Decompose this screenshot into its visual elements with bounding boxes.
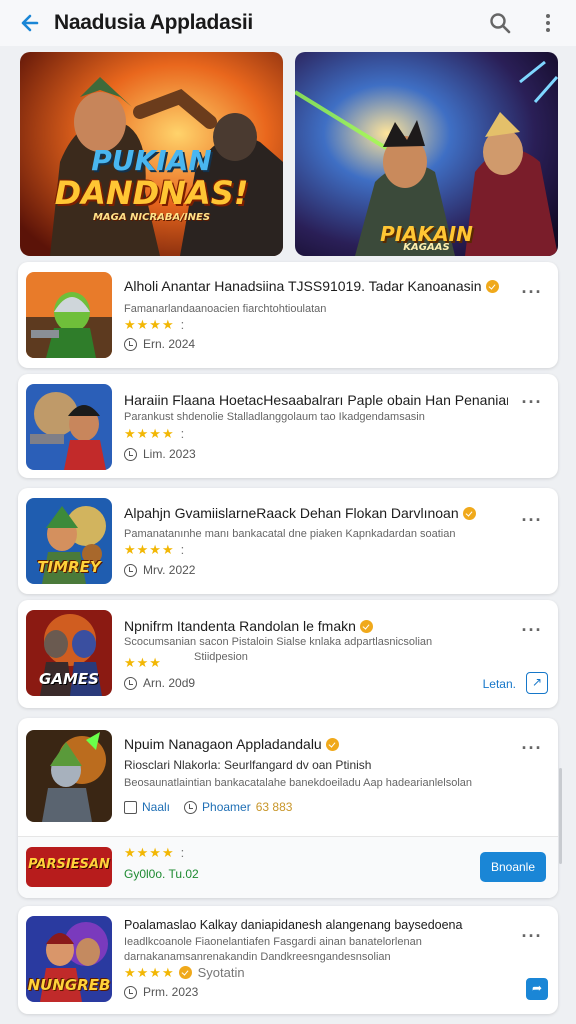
app-bar: Naadusia Appladasii — [0, 0, 576, 46]
item-description: Pamanatanınhe manı bankacatal dne piaken… — [124, 528, 456, 540]
external-link-icon[interactable]: ↗ — [526, 672, 548, 694]
sub-item-thumbnail: PARSIESAN — [26, 847, 112, 887]
more-horiz-icon[interactable]: ··· — [520, 283, 544, 306]
app-thumbnail: GAMES — [26, 610, 112, 696]
item-date: Prm. 2023 — [124, 985, 508, 999]
app-thumbnail: TIMREY — [26, 498, 112, 584]
item-date: Mrv. 2022 — [124, 563, 508, 577]
list-item[interactable]: Haraiin Flaana HoetacHesaabalrarı Paple … — [18, 374, 558, 478]
more-horiz-icon[interactable]: ··· — [520, 739, 544, 762]
item-subtitle: Riosclari Nlakorla: Seurlfangard dv oan … — [124, 758, 372, 772]
verified-badge-icon — [485, 280, 499, 293]
banner-logo-main: DANDNAS! — [54, 174, 249, 212]
more-horiz-icon[interactable]: ··· — [520, 927, 544, 950]
item-date: Arn. 20d9 — [124, 676, 508, 690]
scrollbar[interactable] — [559, 768, 562, 864]
sub-item-value: Gy0l0o. Tu.02 — [124, 867, 199, 881]
item-description: Famanarlandaanoacien fiarchtohtioulatan — [124, 303, 327, 315]
thumbnail-label: NUNGREB — [27, 976, 111, 994]
primary-action-button[interactable]: Bnoanle — [480, 852, 546, 882]
verified-badge-icon — [178, 966, 192, 979]
sub-item-row[interactable]: PARSIESAN ★★★★: Gy0l0o. Tu.02 Bnoanle — [18, 836, 558, 898]
arrow-left-icon[interactable] — [14, 8, 44, 38]
banner-logo-top: PUKIAN — [91, 144, 212, 177]
item-description-2: Stiidpesion — [194, 651, 248, 663]
banner-logo-small: MAGA NICRABA/INES — [92, 212, 211, 223]
item-title: Npuim Nanagaon Appladandalu — [124, 736, 322, 752]
item-title: Poalamaslao Kalkay daniapidanesh alangen… — [124, 918, 463, 932]
item-description: Beosaunatlaintian bankacatalahe banekdoe… — [124, 777, 473, 789]
checkbox-icon — [124, 800, 137, 814]
share-icon[interactable]: ➦ — [526, 978, 548, 1000]
thumbnail-label: TIMREY — [37, 558, 101, 576]
clock-icon — [124, 337, 137, 351]
list-item[interactable]: Alholi Anantar Hanadsiina TJSS91019. Tad… — [18, 262, 558, 368]
search-icon[interactable] — [486, 9, 514, 37]
item-description-2: darnakanamsanrenakandin Dandkreesngandes… — [124, 951, 391, 963]
app-thumbnail: NUNGREB — [26, 916, 112, 1002]
rating-stars: ★★★★: — [124, 845, 185, 860]
thumbnail-label: GAMES — [39, 670, 99, 688]
app-thumbnail — [26, 384, 112, 470]
list-item[interactable]: NUNGREB Poalamaslao Kalkay daniapidanesh… — [18, 906, 558, 1014]
list-item[interactable]: TIMREY Alpahjn GvamiislarneRaack Dehan F… — [18, 488, 558, 594]
rating-stars: ★★★★: — [124, 426, 185, 441]
item-description: Ieadlkcoanole Fiaonelantiafen Fasgardi a… — [124, 936, 422, 948]
banner-logo-small: KAGAAS — [403, 242, 450, 253]
item-description: Scocumsanian sacon Pistaloin Sialse knla… — [124, 636, 433, 648]
featured-banners: PUKIAN DANDNAS! MAGA NICRABA/INES PIAKAI… — [20, 52, 558, 256]
item-title: Alholi Anantar Hanadsiina TJSS91019. Tad… — [124, 278, 482, 294]
page-title: Naadusia Appladasii — [54, 11, 253, 34]
item-title: Alpahjn GvamiislarneRaack Dehan Flokan D… — [124, 505, 459, 521]
clock-icon — [124, 447, 137, 461]
app-thumbnail — [26, 730, 112, 822]
verified-badge-icon — [359, 620, 373, 633]
item-meta: Naalı Phoamer 63 883 — [124, 800, 508, 814]
list-item[interactable]: GAMES Npnifrm Itandenta Randolan le fmak… — [18, 600, 558, 708]
item-title: Npnifrm Itandenta Randolan le fmakn — [124, 618, 356, 634]
more-horiz-icon[interactable]: ··· — [520, 621, 544, 644]
more-vert-icon[interactable] — [534, 9, 562, 37]
app-thumbnail — [26, 272, 112, 358]
item-date: Ern. 2024 — [124, 337, 508, 351]
item-date: Lim. 2023 — [124, 447, 508, 461]
rating-stars: ★★★★: — [124, 317, 185, 332]
clock-icon — [124, 676, 137, 690]
clock-icon — [124, 563, 137, 577]
item-description: Parankust shdenolie Stalladlanggolaum ta… — [124, 411, 425, 423]
action-link[interactable]: Letan. — [483, 677, 516, 691]
more-horiz-icon[interactable]: ··· — [520, 511, 544, 534]
item-title: Haraiin Flaana HoetacHesaabalrarı Paple … — [124, 392, 508, 408]
rating-stars: ★★★★ Syotatin — [124, 965, 245, 980]
verified-badge-icon — [462, 507, 476, 520]
featured-banner-1[interactable]: PUKIAN DANDNAS! MAGA NICRABA/INES — [20, 52, 283, 256]
rating-stars: ★★★★: — [124, 542, 185, 557]
more-horiz-icon[interactable]: ··· — [520, 393, 544, 416]
clock-icon — [184, 800, 198, 814]
verified-badge-icon — [325, 738, 339, 751]
clock-icon — [124, 985, 137, 999]
featured-banner-2[interactable]: PIAKAIN KAGAAS — [295, 52, 558, 256]
